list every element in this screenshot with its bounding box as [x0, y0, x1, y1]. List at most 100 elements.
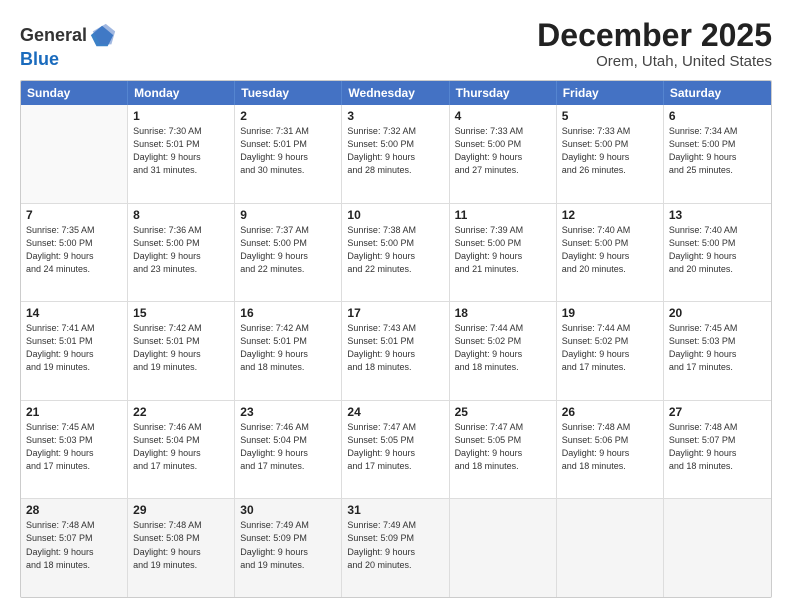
- day-info: Sunrise: 7:45 AMSunset: 5:03 PMDaylight:…: [669, 322, 766, 374]
- day-info: Sunrise: 7:47 AMSunset: 5:05 PMDaylight:…: [347, 421, 443, 473]
- calendar-cell: 30 Sunrise: 7:49 AMSunset: 5:09 PMDayligh…: [235, 499, 342, 597]
- header-day-saturday: Saturday: [664, 81, 771, 105]
- calendar-cell: [21, 105, 128, 203]
- day-number: 10: [347, 208, 443, 222]
- calendar-row-4: 21 Sunrise: 7:45 AMSunset: 5:03 PMDayligh…: [21, 401, 771, 500]
- header-day-friday: Friday: [557, 81, 664, 105]
- header: General Blue December 2025 Orem, Utah, U…: [20, 18, 772, 70]
- calendar-cell: 12 Sunrise: 7:40 AMSunset: 5:00 PMDayligh…: [557, 204, 664, 302]
- header-day-monday: Monday: [128, 81, 235, 105]
- calendar-subtitle: Orem, Utah, United States: [537, 53, 772, 70]
- day-number: 19: [562, 306, 658, 320]
- calendar-cell: 16 Sunrise: 7:42 AMSunset: 5:01 PMDayligh…: [235, 302, 342, 400]
- calendar-cell: 14Sunrise: 7:41 AMSunset: 5:01 PMDayligh…: [21, 302, 128, 400]
- day-number: 28: [26, 503, 122, 517]
- calendar: SundayMondayTuesdayWednesdayThursdayFrid…: [20, 80, 772, 598]
- logo-blue: Blue: [20, 50, 117, 70]
- day-number: 24: [347, 405, 443, 419]
- calendar-cell: 18Sunrise: 7:44 AMSunset: 5:02 PMDayligh…: [450, 302, 557, 400]
- day-info: Sunrise: 7:45 AMSunset: 5:03 PMDaylight:…: [26, 421, 122, 473]
- day-number: 18: [455, 306, 551, 320]
- calendar-row-1: 1 Sunrise: 7:30 AMSunset: 5:01 PMDaylight…: [21, 105, 771, 204]
- day-info: Sunrise: 7:32 AMSunset: 5:00 PMDaylight:…: [347, 125, 443, 177]
- day-number: 27: [669, 405, 766, 419]
- day-number: 26: [562, 405, 658, 419]
- day-info: Sunrise: 7:37 AMSunset: 5:00 PMDaylight:…: [240, 224, 336, 276]
- day-number: 13: [669, 208, 766, 222]
- calendar-row-2: 7 Sunrise: 7:35 AMSunset: 5:00 PMDaylight…: [21, 204, 771, 303]
- day-number: 12: [562, 208, 658, 222]
- calendar-cell: 11Sunrise: 7:39 AMSunset: 5:00 PMDayligh…: [450, 204, 557, 302]
- day-info: Sunrise: 7:36 AMSunset: 5:00 PMDaylight:…: [133, 224, 229, 276]
- day-number: 7: [26, 208, 122, 222]
- calendar-body: 1 Sunrise: 7:30 AMSunset: 5:01 PMDaylight…: [21, 105, 771, 597]
- header-day-thursday: Thursday: [450, 81, 557, 105]
- logo-general: General: [20, 26, 87, 46]
- day-number: 2: [240, 109, 336, 123]
- calendar-cell: [664, 499, 771, 597]
- calendar-cell: 6Sunrise: 7:34 AMSunset: 5:00 PMDaylight…: [664, 105, 771, 203]
- calendar-cell: 21 Sunrise: 7:45 AMSunset: 5:03 PMDayligh…: [21, 401, 128, 499]
- day-info: Sunrise: 7:48 AMSunset: 5:08 PMDaylight:…: [133, 519, 229, 571]
- day-number: 21: [26, 405, 122, 419]
- calendar-cell: 27 Sunrise: 7:48 AMSunset: 5:07 PMDayligh…: [664, 401, 771, 499]
- day-info: Sunrise: 7:44 AMSunset: 5:02 PMDaylight:…: [562, 322, 658, 374]
- day-number: 3: [347, 109, 443, 123]
- day-info: Sunrise: 7:46 AMSunset: 5:04 PMDaylight:…: [240, 421, 336, 473]
- calendar-cell: 29 Sunrise: 7:48 AMSunset: 5:08 PMDayligh…: [128, 499, 235, 597]
- day-number: 9: [240, 208, 336, 222]
- calendar-header: SundayMondayTuesdayWednesdayThursdayFrid…: [21, 81, 771, 105]
- calendar-cell: 20 Sunrise: 7:45 AMSunset: 5:03 PMDayligh…: [664, 302, 771, 400]
- day-number: 4: [455, 109, 551, 123]
- calendar-row-5: 28Sunrise: 7:48 AMSunset: 5:07 PMDayligh…: [21, 499, 771, 597]
- day-number: 16: [240, 306, 336, 320]
- day-number: 14: [26, 306, 122, 320]
- calendar-cell: 4Sunrise: 7:33 AMSunset: 5:00 PMDaylight…: [450, 105, 557, 203]
- day-info: Sunrise: 7:42 AMSunset: 5:01 PMDaylight:…: [240, 322, 336, 374]
- calendar-cell: 5 Sunrise: 7:33 AMSunset: 5:00 PMDaylight…: [557, 105, 664, 203]
- calendar-cell: 8 Sunrise: 7:36 AMSunset: 5:00 PMDaylight…: [128, 204, 235, 302]
- day-info: Sunrise: 7:40 AMSunset: 5:00 PMDaylight:…: [562, 224, 658, 276]
- calendar-cell: 10Sunrise: 7:38 AMSunset: 5:00 PMDayligh…: [342, 204, 449, 302]
- day-info: Sunrise: 7:49 AMSunset: 5:09 PMDaylight:…: [240, 519, 336, 571]
- day-info: Sunrise: 7:47 AMSunset: 5:05 PMDaylight:…: [455, 421, 551, 473]
- day-number: 29: [133, 503, 229, 517]
- day-number: 17: [347, 306, 443, 320]
- day-info: Sunrise: 7:42 AMSunset: 5:01 PMDaylight:…: [133, 322, 229, 374]
- logo-icon: [89, 22, 117, 50]
- day-info: Sunrise: 7:43 AMSunset: 5:01 PMDaylight:…: [347, 322, 443, 374]
- day-info: Sunrise: 7:48 AMSunset: 5:07 PMDaylight:…: [669, 421, 766, 473]
- day-info: Sunrise: 7:31 AMSunset: 5:01 PMDaylight:…: [240, 125, 336, 177]
- calendar-cell: 25Sunrise: 7:47 AMSunset: 5:05 PMDayligh…: [450, 401, 557, 499]
- day-number: 15: [133, 306, 229, 320]
- calendar-cell: 24 Sunrise: 7:47 AMSunset: 5:05 PMDayligh…: [342, 401, 449, 499]
- calendar-cell: 23 Sunrise: 7:46 AMSunset: 5:04 PMDayligh…: [235, 401, 342, 499]
- calendar-cell: 9 Sunrise: 7:37 AMSunset: 5:00 PMDaylight…: [235, 204, 342, 302]
- calendar-cell: 17 Sunrise: 7:43 AMSunset: 5:01 PMDayligh…: [342, 302, 449, 400]
- day-info: Sunrise: 7:34 AMSunset: 5:00 PMDaylight:…: [669, 125, 766, 177]
- day-number: 30: [240, 503, 336, 517]
- day-info: Sunrise: 7:30 AMSunset: 5:01 PMDaylight:…: [133, 125, 229, 177]
- day-number: 8: [133, 208, 229, 222]
- calendar-cell: 7 Sunrise: 7:35 AMSunset: 5:00 PMDaylight…: [21, 204, 128, 302]
- calendar-cell: 26 Sunrise: 7:48 AMSunset: 5:06 PMDayligh…: [557, 401, 664, 499]
- day-number: 5: [562, 109, 658, 123]
- calendar-cell: 19 Sunrise: 7:44 AMSunset: 5:02 PMDayligh…: [557, 302, 664, 400]
- page: General Blue December 2025 Orem, Utah, U…: [0, 0, 792, 612]
- calendar-cell: 31Sunrise: 7:49 AMSunset: 5:09 PMDayligh…: [342, 499, 449, 597]
- calendar-row-3: 14Sunrise: 7:41 AMSunset: 5:01 PMDayligh…: [21, 302, 771, 401]
- calendar-cell: 2 Sunrise: 7:31 AMSunset: 5:01 PMDaylight…: [235, 105, 342, 203]
- day-info: Sunrise: 7:49 AMSunset: 5:09 PMDaylight:…: [347, 519, 443, 571]
- day-number: 20: [669, 306, 766, 320]
- title-block: December 2025 Orem, Utah, United States: [537, 18, 772, 70]
- day-number: 1: [133, 109, 229, 123]
- day-number: 23: [240, 405, 336, 419]
- day-info: Sunrise: 7:48 AMSunset: 5:06 PMDaylight:…: [562, 421, 658, 473]
- day-info: Sunrise: 7:46 AMSunset: 5:04 PMDaylight:…: [133, 421, 229, 473]
- day-info: Sunrise: 7:35 AMSunset: 5:00 PMDaylight:…: [26, 224, 122, 276]
- day-info: Sunrise: 7:33 AMSunset: 5:00 PMDaylight:…: [562, 125, 658, 177]
- calendar-cell: 15 Sunrise: 7:42 AMSunset: 5:01 PMDayligh…: [128, 302, 235, 400]
- calendar-cell: 28Sunrise: 7:48 AMSunset: 5:07 PMDayligh…: [21, 499, 128, 597]
- header-day-wednesday: Wednesday: [342, 81, 449, 105]
- header-day-sunday: Sunday: [21, 81, 128, 105]
